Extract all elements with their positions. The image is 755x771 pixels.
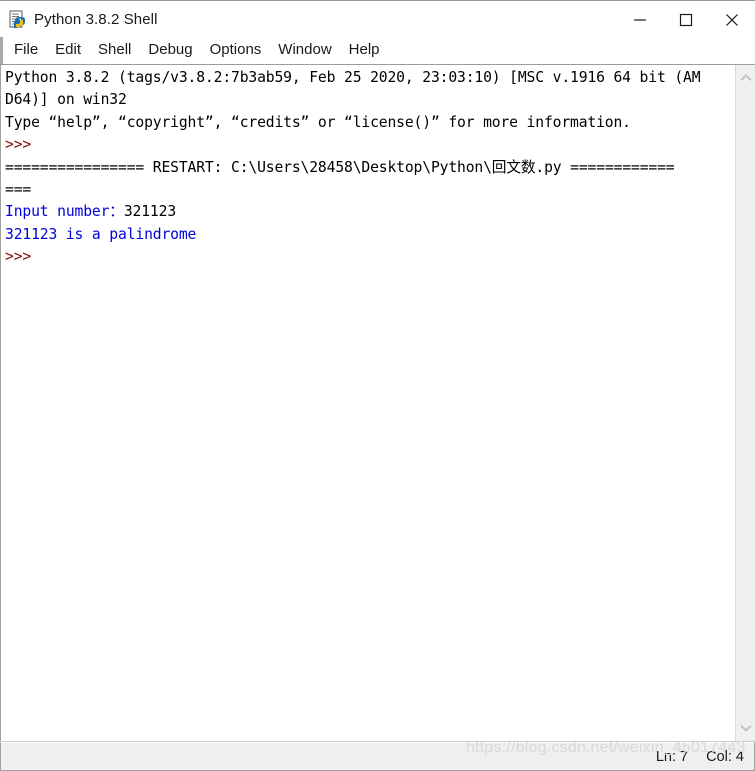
close-icon	[726, 13, 738, 26]
status-line-number: Ln: 7	[655, 748, 689, 765]
minimize-button[interactable]	[617, 1, 663, 38]
console-output: Python 3.8.2 (tags/v3.8.2:7b3ab59, Feb 2…	[5, 67, 735, 269]
window-controls	[617, 1, 755, 38]
maximize-button[interactable]	[663, 1, 709, 38]
console-segment: ===	[5, 180, 32, 198]
maximize-icon	[679, 13, 693, 26]
console-segment: >>>	[5, 248, 40, 266]
shell-text-area[interactable]: Python 3.8.2 (tags/v3.8.2:7b3ab59, Feb 2…	[0, 65, 735, 741]
menu-item-edit[interactable]: Edit	[48, 39, 88, 62]
vertical-scrollbar[interactable]	[735, 65, 755, 741]
close-button[interactable]	[709, 1, 755, 38]
console-line: Python 3.8.2 (tags/v3.8.2:7b3ab59, Feb 2…	[5, 67, 735, 89]
console-line: Type “help”, “copyright”, “credits” or “…	[5, 112, 735, 134]
menu-item-debug[interactable]: Debug	[141, 39, 199, 62]
console-line: >>>	[5, 134, 735, 156]
menu-item-shell[interactable]: Shell	[91, 39, 138, 62]
console-segment: 321123 is a palindrome	[5, 225, 197, 243]
console-segment: 321123	[123, 203, 177, 221]
console-segment: D64)] on win32	[5, 91, 127, 109]
console-segment: Type “help”, “copyright”, “credits” or “…	[5, 113, 631, 131]
menu-bar: File Edit Shell Debug Options Window Hel…	[0, 37, 755, 64]
menu-item-file[interactable]: File	[7, 39, 45, 62]
console-line: ===	[5, 179, 735, 201]
console-segment: ================ RESTART: C:\Users\28458…	[5, 158, 675, 176]
console-segment: Input number：	[5, 203, 124, 221]
menu-item-help[interactable]: Help	[342, 39, 387, 62]
minimize-icon	[634, 18, 646, 21]
chevron-up-icon	[739, 74, 752, 81]
idle-shell-window: Python 3.8.2 Shell File Edit Shell Debug…	[0, 0, 755, 771]
scrollbar-track[interactable]	[736, 91, 755, 715]
console-line: Input number：321123	[5, 201, 735, 223]
menu-item-window[interactable]: Window	[271, 39, 338, 62]
status-column-number: Col: 4	[706, 748, 744, 765]
console-line: >>>	[5, 246, 735, 268]
console-line: D64)] on win32	[5, 89, 735, 111]
title-bar[interactable]: Python 3.8.2 Shell	[0, 0, 755, 37]
console-line: ================ RESTART: C:\Users\28458…	[5, 157, 735, 179]
console-segment: >>>	[5, 136, 40, 154]
chevron-down-icon	[739, 725, 752, 732]
python-idle-document-icon	[9, 10, 27, 28]
console-segment: Python 3.8.2 (tags/v3.8.2:7b3ab59, Feb 2…	[5, 69, 701, 86]
menu-item-options[interactable]: Options	[203, 39, 269, 62]
console-line: 321123 is a palindrome	[5, 224, 735, 246]
scroll-down-button[interactable]	[736, 718, 755, 738]
scroll-up-button[interactable]	[736, 68, 755, 88]
shell-body: Python 3.8.2 (tags/v3.8.2:7b3ab59, Feb 2…	[0, 64, 755, 742]
window-title: Python 3.8.2 Shell	[34, 10, 158, 28]
status-bar: Ln: 7 Col: 4	[0, 742, 755, 771]
